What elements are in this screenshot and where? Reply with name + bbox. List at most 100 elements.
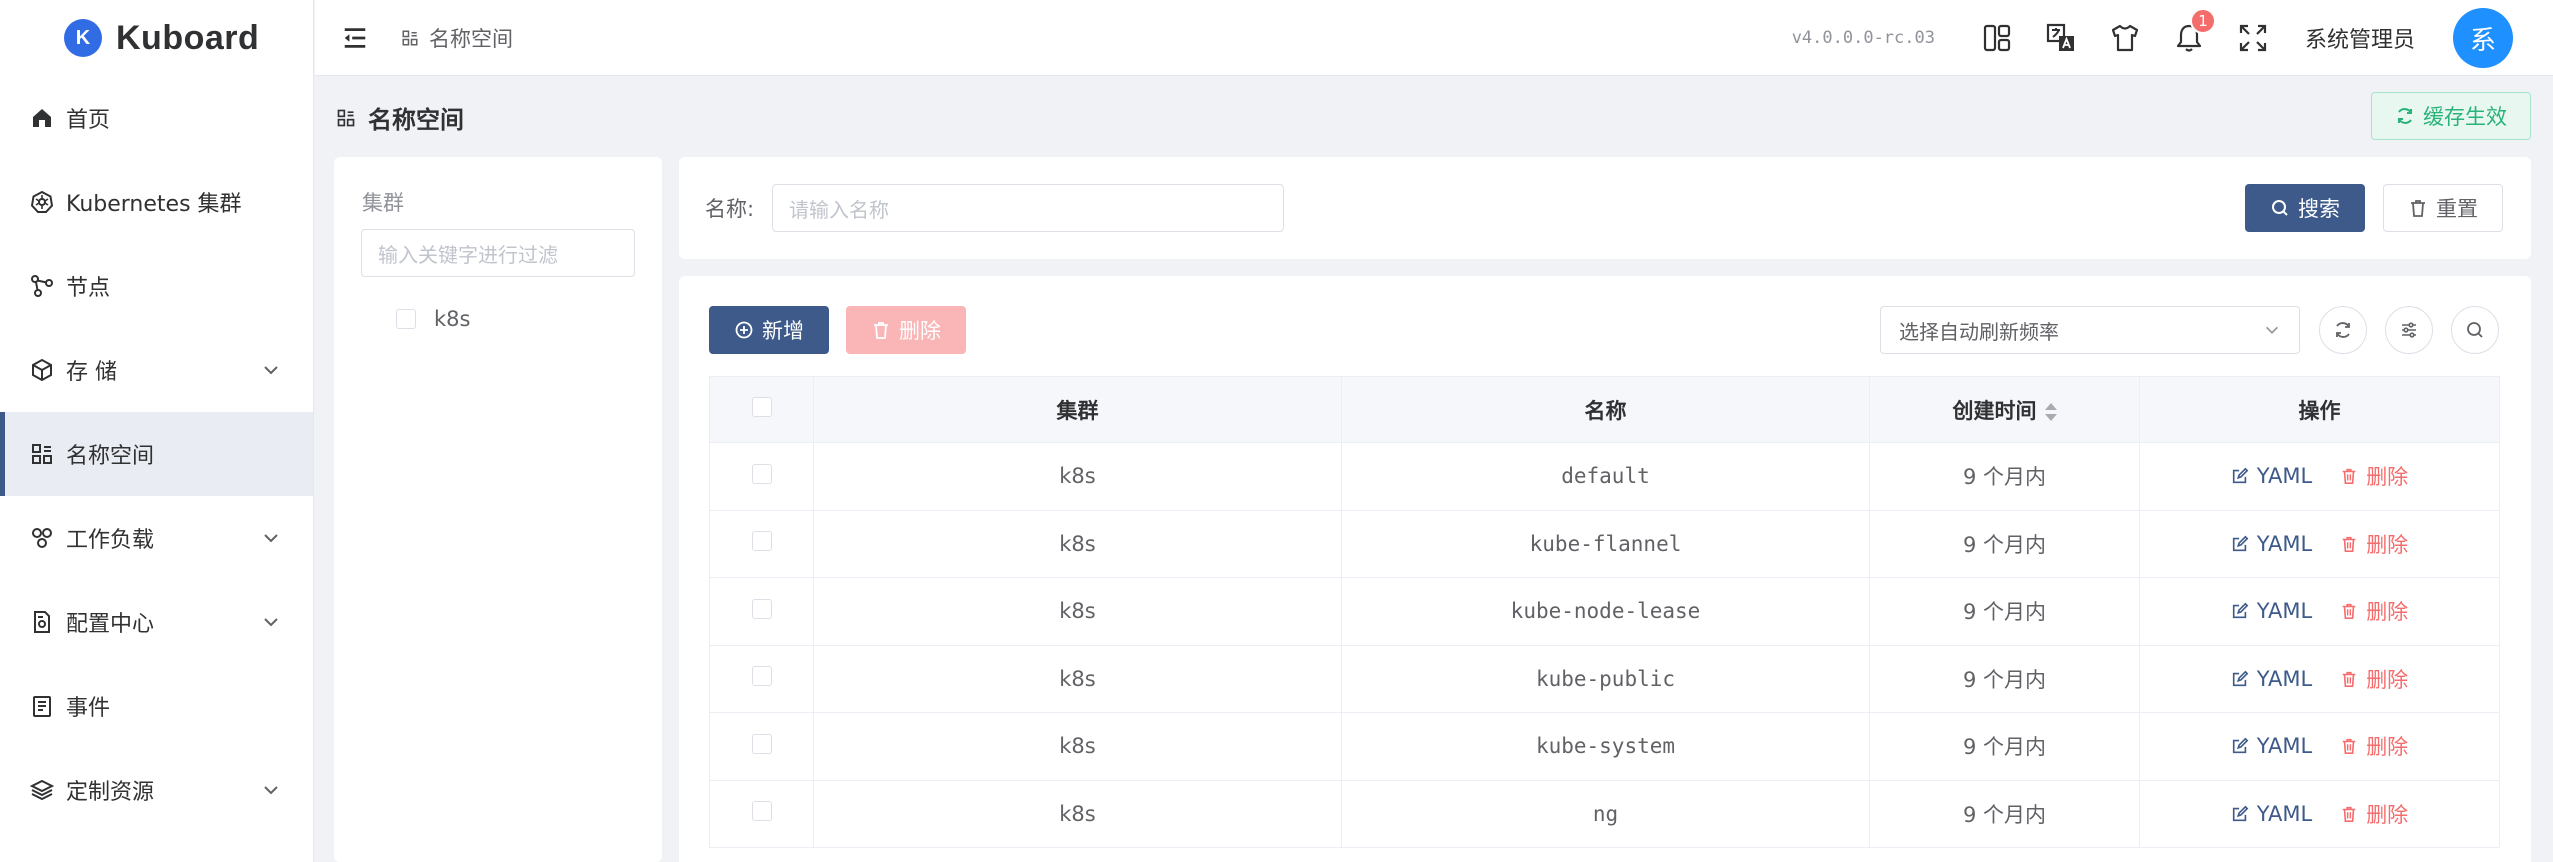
name-search-input[interactable]: 请输入名称	[772, 184, 1284, 232]
sidebar-item-kubernetes-cluster[interactable]: Kubernetes 集群	[0, 160, 313, 244]
layout-button[interactable]	[1965, 0, 2029, 76]
toggle-search-button[interactable]	[2451, 306, 2499, 354]
row-checkbox[interactable]	[751, 666, 772, 687]
user-name[interactable]: 系统管理员	[2305, 22, 2415, 54]
yaml-button[interactable]: YAML	[2231, 734, 2312, 758]
trash-icon	[2342, 671, 2356, 687]
delete-row-button[interactable]: 删除	[2340, 461, 2408, 491]
sidebar-item-label: 节点	[66, 276, 111, 301]
cell-cluster: k8s	[813, 780, 1342, 848]
cell-cluster: k8s	[813, 510, 1342, 578]
reset-button[interactable]: 重置	[2383, 184, 2503, 232]
delete-row-button[interactable]: 删除	[2340, 664, 2408, 694]
delete-row-button[interactable]: 删除	[2340, 529, 2408, 559]
cell-actions: YAML 删除	[2139, 442, 2500, 511]
app-name: Kuboard	[116, 18, 260, 57]
cluster-checkbox[interactable]	[396, 309, 416, 329]
page-title: 名称空间	[336, 100, 464, 135]
row-checkbox[interactable]	[751, 531, 772, 552]
chevron-down-icon	[264, 618, 278, 627]
home-icon	[30, 106, 64, 130]
yaml-button[interactable]: YAML	[2231, 599, 2312, 623]
yaml-button[interactable]: YAML	[2231, 532, 2312, 556]
language-button[interactable]	[2029, 0, 2093, 76]
sidebar-item-label: 名称空间	[66, 444, 155, 469]
sort-icon[interactable]	[2044, 402, 2057, 422]
cell-actions: YAML 删除	[2139, 577, 2500, 646]
batch-delete-button[interactable]: 删除	[846, 306, 966, 354]
sidebar-item-events[interactable]: 事件	[0, 664, 313, 748]
refresh-button[interactable]	[2319, 306, 2367, 354]
column-header-created-label: 创建时间	[1952, 398, 2037, 423]
cell-name: kube-node-lease	[1341, 577, 1870, 646]
add-button[interactable]: 新增	[709, 306, 829, 354]
cell-actions: YAML 删除	[2139, 510, 2500, 578]
sidebar-item-home[interactable]: 首页	[0, 76, 313, 160]
sidebar-item-label: Kubernetes 集群	[66, 192, 242, 217]
table-row: k8s default 9 个月内 YAML 删除	[709, 442, 2500, 511]
kubernetes-icon	[30, 190, 64, 214]
trash-icon	[2342, 469, 2356, 485]
search-icon	[2467, 322, 2483, 338]
sidebar-item-namespace[interactable]: 名称空间	[0, 412, 313, 496]
column-header-actions: 操作	[2139, 376, 2500, 443]
name-filter-label: 名称:	[705, 197, 755, 221]
cluster-tree-node[interactable]: k8s	[396, 307, 470, 331]
delete-row-button[interactable]: 删除	[2340, 731, 2408, 761]
notification-button[interactable]: 1	[2157, 0, 2221, 76]
trash-icon	[874, 322, 888, 339]
yaml-button[interactable]: YAML	[2231, 667, 2312, 691]
delete-row-button[interactable]: 删除	[2340, 799, 2408, 829]
row-select-cell	[709, 577, 814, 646]
yaml-button-label: YAML	[2256, 599, 2313, 624]
delete-row-label: 删除	[2366, 735, 2409, 760]
sidebar-item-workload[interactable]: 工作负载	[0, 496, 313, 580]
column-settings-button[interactable]	[2385, 306, 2433, 354]
table-row: k8s kube-flannel 9 个月内 YAML 删除	[709, 510, 2500, 578]
cell-cluster: k8s	[813, 577, 1342, 646]
sidebar-item-config-center[interactable]: 配置中心	[0, 580, 313, 664]
search-panel: 名称: 请输入名称 搜索 重置	[679, 157, 2531, 259]
avatar[interactable]: 系	[2453, 8, 2513, 68]
auto-refresh-select[interactable]: 选择自动刷新频率	[1880, 306, 2300, 354]
select-all-cell	[709, 376, 814, 443]
sidebar-item-label: 工作负载	[66, 528, 155, 553]
cell-name: kube-system	[1341, 712, 1870, 781]
yaml-button[interactable]: YAML	[2231, 464, 2312, 488]
sidebar: K Kuboard 首页 Kubernetes 集群 节点 存 储 名称空间 工…	[0, 0, 314, 862]
layers-icon	[30, 778, 64, 802]
chevron-down-icon	[264, 366, 278, 375]
translate-icon	[2046, 23, 2074, 51]
cluster-filter-input[interactable]: 输入关键字进行过滤	[361, 229, 635, 277]
sidebar-item-nodes[interactable]: 节点	[0, 244, 313, 328]
delete-row-label: 删除	[2366, 532, 2409, 557]
breadcrumb-item[interactable]: 名称空间	[429, 23, 513, 53]
select-all-checkbox[interactable]	[751, 397, 772, 417]
apply-cache-label: 缓存生效	[2423, 105, 2507, 129]
search-button[interactable]: 搜索	[2245, 184, 2365, 232]
apply-cache-button[interactable]: 缓存生效	[2371, 92, 2531, 140]
sidebar-menu: 首页 Kubernetes 集群 节点 存 储 名称空间 工作负载 配置中心 事…	[0, 76, 313, 832]
cell-name: kube-public	[1341, 645, 1870, 713]
fullscreen-button[interactable]	[2221, 0, 2285, 76]
table-row: k8s kube-system 9 个月内 YAML 删除	[709, 712, 2500, 781]
trash-icon	[2342, 806, 2356, 822]
sidebar-collapse-icon[interactable]	[341, 23, 371, 53]
sidebar-item-label: 首页	[66, 108, 111, 133]
cell-cluster: k8s	[813, 442, 1342, 511]
row-checkbox[interactable]	[751, 598, 772, 619]
row-checkbox[interactable]	[751, 463, 772, 484]
sidebar-item-custom-resources[interactable]: 定制资源	[0, 748, 313, 832]
sidebar-item-storage[interactable]: 存 储	[0, 328, 313, 412]
delete-row-button[interactable]: 删除	[2340, 596, 2408, 626]
page-title-text: 名称空间	[368, 106, 464, 134]
theme-button[interactable]	[2093, 0, 2157, 76]
row-checkbox[interactable]	[751, 733, 772, 754]
app-logo[interactable]: K Kuboard	[0, 0, 313, 76]
column-header-created[interactable]: 创建时间	[1869, 376, 2140, 443]
config-icon	[30, 610, 64, 634]
delete-row-label: 删除	[2366, 667, 2409, 692]
row-checkbox[interactable]	[751, 801, 772, 822]
column-header-name: 名称	[1341, 376, 1870, 443]
yaml-button[interactable]: YAML	[2231, 802, 2312, 826]
